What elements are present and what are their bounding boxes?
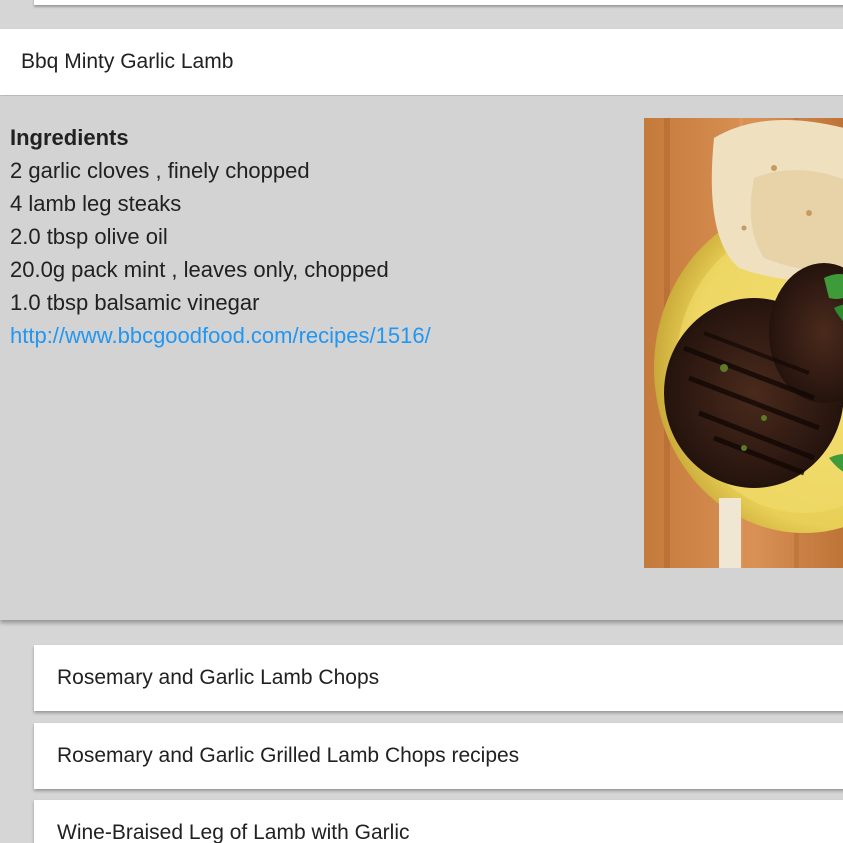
recipe-card-previous[interactable] [34,0,843,5]
recipe-card-title: Rosemary and Garlic Grilled Lamb Chops r… [57,744,520,767]
ingredient-item: 2 garlic cloves , finely chopped [10,158,310,183]
recipe-card[interactable]: Rosemary and Garlic Lamb Chops [34,645,843,711]
ingredient-item: 2.0 tbsp olive oil [10,224,168,249]
ingredient-item: 4 lamb leg steaks [10,191,182,216]
recipe-source-link[interactable]: http://www.bbcgoodfood.com/recipes/1516/ [10,323,431,348]
ingredients-heading: Ingredients [10,125,129,150]
ingredient-item: 20.0g pack mint , leaves only, chopped [10,257,389,282]
recipe-card-title: Wine-Braised Leg of Lamb with Garlic [57,821,410,843]
recipe-card[interactable]: Rosemary and Garlic Grilled Lamb Chops r… [34,723,843,789]
ingredients-section: Ingredients 2 garlic cloves , finely cho… [10,121,431,352]
recipe-card-title: Rosemary and Garlic Lamb Chops [57,666,380,689]
ingredient-item: 1.0 tbsp balsamic vinegar [10,290,260,315]
recipe-photo [644,118,843,568]
recipe-card[interactable]: Wine-Braised Leg of Lamb with Garlic [34,800,843,843]
expanded-recipe-title[interactable]: Bbq Minty Garlic Lamb [21,49,233,75]
